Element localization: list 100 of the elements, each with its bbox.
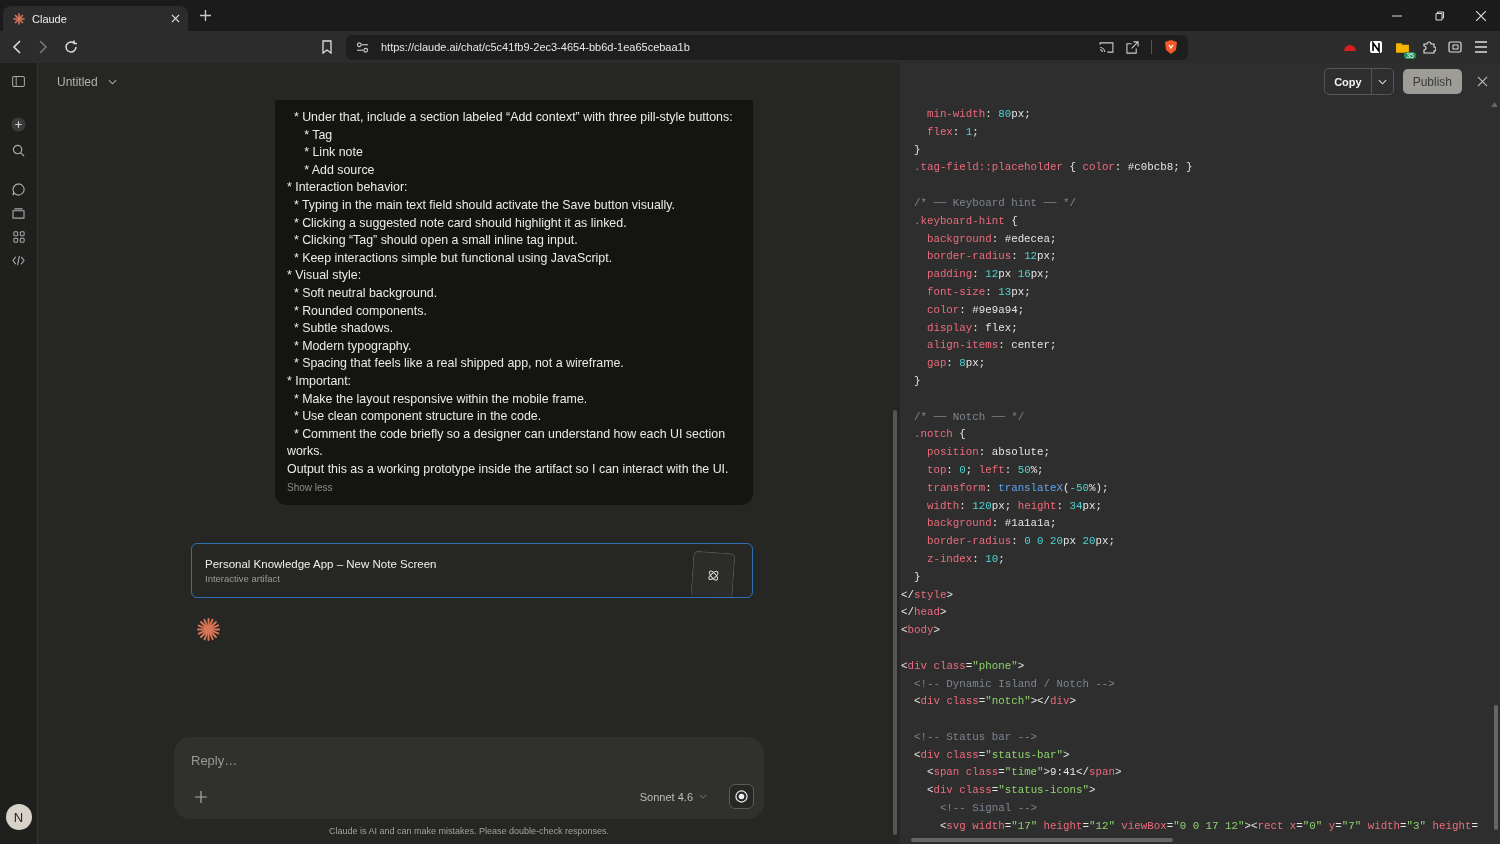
share-icon[interactable] (1126, 40, 1139, 54)
browser-tab[interactable]: Claude (3, 6, 188, 31)
code-line: background: #1a1a1a; (925, 516, 1058, 532)
code-line: padding: 12px 16px; (925, 267, 1052, 283)
code-line: background: #edecea; (925, 231, 1058, 247)
code-line: } (912, 373, 922, 389)
code-line: <body> (901, 623, 941, 639)
code-line: z-index: 10; (925, 551, 1006, 567)
prompt-line: * Interaction behavior: (287, 179, 409, 197)
reply-box[interactable]: Reply… Sonnet 4.6 (174, 737, 764, 819)
code-line: /* ── Keyboard hint ── */ (912, 196, 1077, 211)
code-line: <span class="time">9:41</span> (925, 765, 1123, 781)
scrollbar-thumb[interactable] (893, 410, 897, 835)
extension-icon[interactable] (1343, 42, 1357, 52)
cast-icon[interactable] (1099, 41, 1114, 53)
forward-icon[interactable] (38, 40, 48, 54)
code-line: <div class="status-icons"> (925, 783, 1097, 799)
grid-icon[interactable] (12, 231, 25, 243)
code-line: .keyboard-hint { (912, 213, 1019, 229)
code-line: </style> (901, 587, 954, 603)
prompt-line: * Subtle shadows. (292, 320, 395, 338)
prompt-line: * Visual style: (287, 267, 363, 285)
scrollbar-thumb[interactable] (1494, 705, 1498, 830)
asterisk-icon (13, 12, 25, 25)
chevron-down-icon[interactable] (107, 78, 117, 85)
code-line: <!-- Status bar --> (912, 729, 1039, 745)
code-line: <!-- Dynamic Island / Notch --> (912, 676, 1116, 692)
record-icon (735, 790, 748, 803)
restore-icon[interactable] (1434, 10, 1444, 21)
new-chat-icon[interactable] (11, 117, 26, 132)
model-selector[interactable]: Sonnet 4.6 (639, 790, 693, 803)
code-line: <svg width="17" height="12" viewBox="0 0 17 12"><rect x="0" y="7" width="3" height= (938, 818, 1479, 834)
code-line: transform: translateX(-50%); (925, 480, 1110, 496)
code-line: .tag-field::placeholder { color: #c0bcb8; } (912, 160, 1194, 176)
code-line: width: 120px; height: 34px; (925, 498, 1103, 514)
chat-bubble-icon[interactable] (12, 183, 25, 196)
asterisk-icon (196, 617, 221, 643)
shield-icon[interactable] (1164, 39, 1178, 55)
prompt-line: * Comment the code briefly so a designer can understand how each UI section works. (287, 425, 727, 461)
prompt-line: * Soft neutral background. (292, 284, 439, 302)
voice-button[interactable] (729, 784, 754, 809)
prompt-line: * Link note (303, 144, 364, 162)
address-field[interactable]: https://claude.ai/chat/c5c41fb9-2ec3-4654-bb6d-1ea65cebaa1b (346, 34, 1188, 60)
code-line: border-radius: 12px; (925, 249, 1058, 265)
code-line: top: 0; left: 50%; (925, 462, 1045, 478)
sidebar-icon[interactable] (12, 76, 25, 87)
bookmark-icon[interactable] (322, 40, 332, 54)
code-line: gap: 8px; (925, 356, 987, 372)
atom-icon (706, 568, 720, 583)
folder-icon[interactable] (12, 208, 25, 219)
chat-title-button[interactable]: Untitled (57, 74, 98, 89)
scroll-up-icon[interactable] (1491, 102, 1498, 107)
code-line: </head> (901, 605, 948, 621)
folder-icon[interactable] (1395, 40, 1410, 54)
notion-icon[interactable] (1369, 40, 1383, 54)
code-line: .notch { (912, 427, 967, 443)
code-line: display: flex; (925, 320, 1019, 336)
close-icon[interactable] (1477, 76, 1488, 87)
user-avatar[interactable]: N (5, 804, 32, 830)
prompt-line: * Spacing that feels like a real shipped app, not a wireframe. (292, 355, 625, 373)
code-line: <div class="phone"> (901, 658, 1026, 674)
prompt-line: * Keep interactions simple but functional using JavaScript. (292, 249, 614, 267)
menu-icon[interactable] (1474, 41, 1488, 53)
code-line: <div class="status-bar"> (912, 747, 1071, 763)
code-line: min-width: 80px; (925, 107, 1032, 122)
prompt-line: * Clicking “Tag” should open a small inline tag input. (292, 232, 579, 250)
close-icon[interactable] (1476, 10, 1486, 21)
code-line: <!-- Signal --> (938, 801, 1039, 817)
prompt-line: Output this as a working prototype inside the artifact so I can interact with the UI. (287, 460, 730, 478)
prompt-line: * Important: (287, 372, 353, 390)
back-icon[interactable] (12, 40, 22, 54)
chevron-down-icon (1377, 78, 1387, 85)
publish-button[interactable]: Publish (1402, 69, 1462, 94)
site-settings-icon[interactable] (356, 41, 369, 53)
code-line: /* ── Notch ── */ (912, 409, 1026, 425)
close-icon[interactable] (171, 14, 180, 23)
prompt-line: * Add source (303, 161, 376, 179)
artifact-title: Personal Knowledge App – New Note Screen (205, 557, 438, 570)
wallet-icon[interactable] (1448, 41, 1462, 53)
show-less-link[interactable]: Show less (287, 482, 333, 494)
code-line: flex: 1; (925, 124, 980, 140)
code-line: color: #9e9a94; (925, 302, 1026, 318)
disclaimer: Claude is AI and can make mistakes. Please double-check responses. (328, 826, 610, 836)
code-line: align-items: center; (925, 338, 1058, 354)
plus-icon[interactable] (200, 10, 211, 21)
prompt-line: * Tag (303, 126, 334, 144)
reply-field[interactable]: Reply… (191, 749, 754, 768)
artifact-card[interactable]: Personal Knowledge App – New Note Screen Interactive artifact (191, 543, 753, 599)
prompt-line: * Make the layout responsive within the mobile frame. (292, 390, 589, 408)
code-icon[interactable] (12, 255, 25, 266)
code-line: } (912, 142, 922, 158)
code-line: } (912, 569, 922, 585)
chevron-down-icon[interactable] (699, 794, 707, 799)
artifact-subtitle: Interactive artifact (205, 572, 281, 584)
reload-icon[interactable] (64, 40, 78, 54)
search-icon[interactable] (12, 144, 25, 157)
prompt-line: * Modern typography. (292, 337, 413, 355)
scrollbar-thumb[interactable] (911, 838, 1173, 842)
prompt-line: * Typing in the main text field should activate the Save button visually. (292, 196, 676, 214)
puzzle-icon[interactable] (1422, 40, 1436, 54)
